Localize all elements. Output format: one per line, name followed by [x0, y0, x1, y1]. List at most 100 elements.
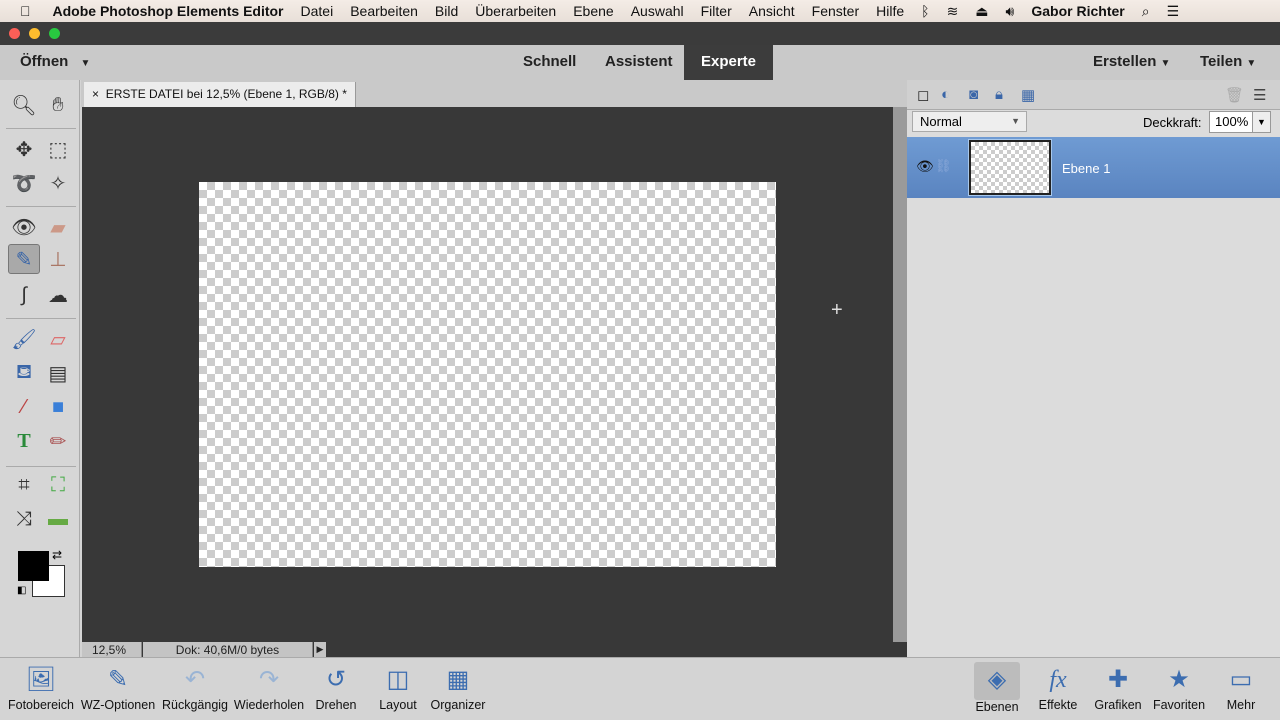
content-aware-move-tool-icon[interactable]: ⤨ — [8, 504, 40, 534]
layout-button[interactable]: ◫ Layout — [372, 662, 424, 712]
menu-hilfe[interactable]: Hilfe — [876, 3, 904, 19]
layers-icon: ◈ — [987, 666, 1007, 693]
document-info: Dok: 40,6M/0 bytes — [143, 642, 313, 657]
menu-bild[interactable]: Bild — [435, 3, 458, 19]
straighten-tool-icon[interactable]: ▬ — [42, 504, 74, 534]
status-menu-arrow-icon[interactable]: ▶ — [314, 642, 326, 657]
menu-bearbeiten[interactable]: Bearbeiten — [350, 3, 418, 19]
crop-tool-icon[interactable]: ⌗ — [8, 470, 40, 500]
effects-label: Effekte — [1038, 698, 1078, 712]
close-window-button[interactable] — [9, 28, 20, 39]
menu-ueberarbeiten[interactable]: Überarbeiten — [475, 3, 556, 19]
layer-mask-icon[interactable]: ◙ — [969, 86, 978, 103]
trash-icon[interactable]: 🗑︎ — [1225, 86, 1244, 104]
brush-tool-icon[interactable]: 🖌︎ — [8, 324, 40, 354]
adjustment-layer-icon[interactable]: ◐ — [941, 86, 950, 103]
menu-filter[interactable]: Filter — [701, 3, 732, 19]
eye-visibility-icon[interactable]: 👁︎ — [916, 158, 934, 175]
document-tab[interactable]: × ERSTE DATEI bei 12,5% (Ebene 1, RGB/8)… — [84, 82, 356, 107]
blend-mode-select[interactable]: Normal ▼ — [912, 111, 1027, 132]
zoom-window-button[interactable] — [49, 28, 60, 39]
photo-bin-button[interactable]: 🖼︎ Fotobereich — [6, 662, 76, 712]
wifi-icon[interactable]: ≋ — [947, 3, 959, 20]
redo-button[interactable]: ↷ Wiederholen — [232, 662, 306, 712]
lock-icon[interactable]: 🔒︎ — [995, 86, 1003, 103]
organizer-button[interactable]: ▦ Organizer — [428, 662, 488, 712]
opacity-dropdown-icon[interactable]: ▼ — [1252, 112, 1270, 132]
transparent-canvas[interactable] — [199, 182, 776, 567]
favorites-button[interactable]: ★ Favoriten — [1150, 662, 1208, 712]
open-button[interactable]: Öffnen ▼ — [20, 45, 90, 80]
zoom-level[interactable]: 12,5% — [82, 642, 142, 657]
minimize-window-button[interactable] — [29, 28, 40, 39]
recompose-tool-icon[interactable]: ⛶ — [42, 470, 74, 500]
hand-tool-icon[interactable]: ✋︎ — [42, 90, 74, 120]
tool-options-button[interactable]: ✎ WZ-Optionen — [78, 662, 158, 712]
clone-stamp-tool-icon[interactable]: ⊥ — [42, 244, 74, 274]
layer-row[interactable]: 👁︎ ⛓︎ Ebene 1 — [907, 137, 1280, 198]
spotlight-icon[interactable]: ⌕ — [1142, 3, 1150, 20]
menu-ansicht[interactable]: Ansicht — [749, 3, 795, 19]
link-icon[interactable]: ⛓︎ — [935, 158, 952, 174]
swap-colors-icon[interactable]: ⇄ — [52, 548, 62, 562]
lasso-tool-icon[interactable]: ➰ — [8, 168, 40, 198]
opacity-value: 100% — [1215, 114, 1249, 129]
default-colors-icon[interactable]: ◧ — [17, 585, 26, 596]
eject-icon[interactable]: ⏏ — [975, 3, 988, 20]
move-tool-icon[interactable]: ✥ — [8, 134, 40, 164]
foreground-color-swatch[interactable] — [18, 551, 49, 581]
gradient-tool-icon[interactable]: ▤ — [42, 358, 74, 388]
tool-options-icon: ✎ — [107, 666, 129, 693]
bluetooth-icon[interactable]: ᛒ — [921, 3, 929, 19]
menu-fenster[interactable]: Fenster — [812, 3, 859, 19]
eraser-tool-icon[interactable]: ▱ — [42, 324, 74, 354]
paint-bucket-tool-icon[interactable]: ⛾ — [8, 358, 40, 388]
layer-thumbnail — [968, 139, 1052, 196]
tab-experte[interactable]: Experte — [684, 45, 773, 80]
lock-transparency-icon[interactable]: ▦ — [1021, 86, 1035, 104]
star-icon: ★ — [1168, 666, 1190, 693]
layer-name[interactable]: Ebene 1 — [1062, 161, 1110, 176]
vertical-scrollbar[interactable] — [893, 107, 907, 642]
tab-schnell[interactable]: Schnell — [523, 45, 576, 80]
pencil-tool-icon[interactable]: ✏︎ — [42, 426, 74, 456]
graphics-button[interactable]: ✚ Grafiken — [1092, 662, 1144, 712]
healing-brush-tool-icon[interactable]: ▰ — [42, 212, 74, 242]
tab-assistent[interactable]: Assistent — [605, 45, 673, 80]
marquee-tool-icon[interactable]: ⬚ — [42, 134, 74, 164]
rotate-button[interactable]: ↺ Drehen — [308, 662, 364, 712]
apple-icon[interactable]:  — [20, 3, 31, 19]
panel-menu-icon[interactable]: ☰ — [1253, 86, 1266, 104]
opacity-label: Deckkraft: — [1143, 115, 1202, 130]
user-name[interactable]: Gabor Richter — [1031, 3, 1124, 19]
shape-tool-icon[interactable]: ■ — [42, 392, 74, 422]
volume-icon[interactable]: 🔊︎ — [1006, 3, 1015, 20]
status-bar: 12,5% Dok: 40,6M/0 bytes ▶ — [82, 642, 907, 657]
crosshair-cursor-icon: + — [831, 299, 843, 321]
eyedropper-tool-icon[interactable]: ⁄ — [8, 392, 40, 422]
red-eye-tool-icon[interactable]: 👁︎ — [8, 212, 40, 242]
close-tab-icon[interactable]: × — [92, 87, 99, 101]
layers-panel-button[interactable]: ◈ — [974, 662, 1020, 700]
document-tab-title: ERSTE DATEI bei 12,5% (Ebene 1, RGB/8) * — [105, 87, 347, 101]
undo-button[interactable]: ↶ Rückgängig — [158, 662, 232, 712]
effects-button[interactable]: fx Effekte — [1034, 662, 1082, 712]
menu-datei[interactable]: Datei — [301, 3, 334, 19]
app-name[interactable]: Adobe Photoshop Elements Editor — [53, 3, 284, 19]
sponge-tool-icon[interactable]: ☁︎ — [42, 280, 74, 310]
opacity-input[interactable]: 100% ▼ — [1209, 111, 1271, 133]
magic-wand-tool-icon[interactable]: ✧ — [42, 168, 74, 198]
share-button[interactable]: Teilen ▼ — [1200, 45, 1256, 80]
smart-brush-tool-icon[interactable]: ✎ — [8, 244, 40, 274]
open-label: Öffnen — [20, 53, 69, 70]
menu-ebene[interactable]: Ebene — [573, 3, 613, 19]
layout-icon: ◫ — [386, 666, 410, 693]
blur-tool-icon[interactable]: ∫ — [8, 280, 40, 310]
new-layer-icon[interactable]: ◻ — [917, 86, 929, 104]
more-button[interactable]: ▭ Mehr — [1218, 662, 1264, 712]
menu-auswahl[interactable]: Auswahl — [631, 3, 684, 19]
notification-list-icon[interactable]: ☰ — [1167, 3, 1180, 20]
create-button[interactable]: Erstellen ▼ — [1093, 45, 1170, 80]
type-tool-icon[interactable]: T — [8, 426, 40, 456]
zoom-tool-icon[interactable]: 🔍︎ — [8, 90, 40, 120]
